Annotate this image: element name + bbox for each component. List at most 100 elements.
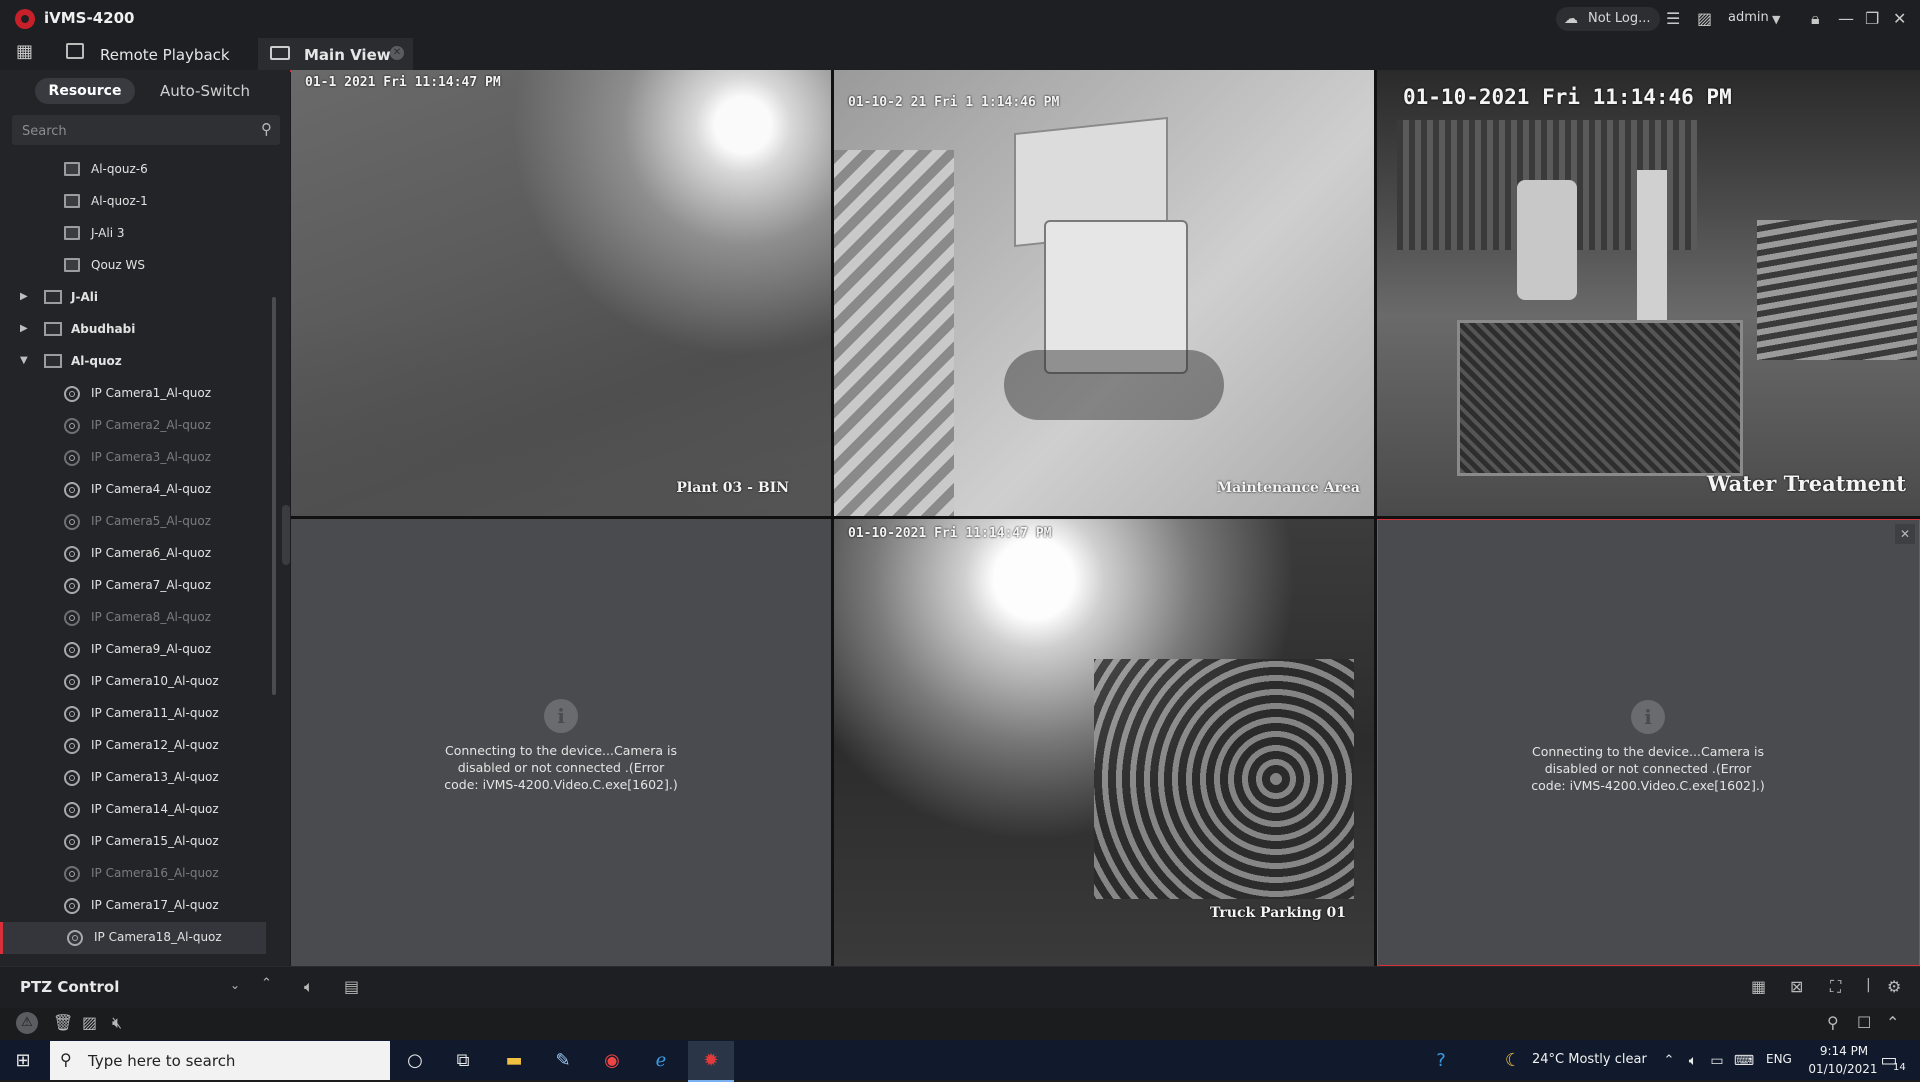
tree-view-item[interactable]: J-Ali 3: [0, 218, 266, 250]
tree-camera-item[interactable]: IP Camera15_Al-quoz: [0, 826, 266, 858]
user-menu[interactable]: admin: [1728, 10, 1769, 25]
tree-view-item[interactable]: Al-qouz-6: [0, 154, 266, 186]
window-icon[interactable]: ☐: [1857, 1013, 1871, 1032]
tree-view-item[interactable]: Qouz WS: [0, 250, 266, 282]
tab-resource[interactable]: Resource: [35, 78, 135, 104]
speaker-icon[interactable]: 🔈︎: [1682, 1050, 1704, 1072]
list-icon[interactable]: ☰: [1666, 9, 1680, 28]
chevron-up-icon[interactable]: ⌃: [261, 976, 272, 991]
alarm-icon[interactable]: ⚠: [16, 1012, 38, 1034]
lock-icon[interactable]: 🔒︎: [1811, 9, 1820, 29]
settings-icon[interactable]: ⚙: [1887, 977, 1901, 996]
tree-camera-item[interactable]: IP Camera17_Al-quoz: [0, 890, 266, 922]
file-explorer-icon[interactable]: ▬: [503, 1050, 525, 1072]
weather-moon-icon: ☾: [1504, 1050, 1522, 1071]
tree-camera-item[interactable]: IP Camera16_Al-quoz: [0, 858, 266, 890]
tree-camera-item[interactable]: IP Camera14_Al-quoz: [0, 794, 266, 826]
internet-explorer-icon[interactable]: ℯ: [650, 1050, 672, 1072]
language-indicator[interactable]: ENG: [1766, 1052, 1792, 1066]
minimize-icon[interactable]: —: [1838, 9, 1854, 28]
search-input[interactable]: [20, 120, 244, 142]
tree-camera-item[interactable]: IP Camera10_Al-quoz: [0, 666, 266, 698]
camera-name-overlay: Truck Parking 01: [1210, 905, 1346, 921]
image-icon[interactable]: ▨: [1697, 9, 1712, 28]
tree-camera-item[interactable]: IP Camera13_Al-quoz: [0, 762, 266, 794]
tree-folder[interactable]: ▼ Al-quoz: [0, 346, 266, 378]
tree-folder[interactable]: ▶ Abudhabi: [0, 314, 266, 346]
tree-folder[interactable]: ▶ J-Ali: [0, 282, 266, 314]
picture-icon[interactable]: ▨: [82, 1013, 97, 1032]
weather-label[interactable]: 24°C Mostly clear: [1532, 1052, 1647, 1067]
tree-camera-item[interactable]: IP Camera3_Al-quoz: [0, 442, 266, 474]
taskbar-time[interactable]: 9:14 PM: [1812, 1044, 1876, 1058]
tree-camera-item[interactable]: IP Camera2_Al-quoz: [0, 410, 266, 442]
tab-auto-switch[interactable]: Auto-Switch: [150, 78, 260, 104]
chevron-down-icon[interactable]: ▼: [1772, 13, 1780, 26]
tree-camera-item[interactable]: IP Camera8_Al-quoz: [0, 602, 266, 634]
tree-item-label: Al-qouz-6: [91, 162, 148, 176]
tree-item-label: IP Camera10_Al-quoz: [91, 674, 219, 688]
search-field[interactable]: ⚲: [12, 115, 280, 145]
volume-icon[interactable]: 🔈︎: [304, 977, 314, 997]
camera-icon: [64, 898, 80, 914]
tree-camera-item[interactable]: IP Camera6_Al-quoz: [0, 538, 266, 570]
grid-menu-icon[interactable]: ▦: [16, 41, 33, 62]
layout-icon[interactable]: ▦: [1751, 977, 1766, 996]
task-view-icon[interactable]: ⧉: [452, 1050, 474, 1072]
mute-icon[interactable]: 🔇︎: [112, 1013, 122, 1033]
taskbar-search[interactable]: ⚲ Type here to search: [50, 1041, 390, 1080]
collapse-icon[interactable]: ⌃: [1886, 1013, 1899, 1032]
tree-item-label: IP Camera7_Al-quoz: [91, 578, 212, 592]
search-icon[interactable]: ⚲: [261, 120, 272, 138]
video-tile-4[interactable]: i Connecting to the device...Camera is d…: [291, 519, 831, 966]
tree-camera-item[interactable]: IP Camera11_Al-quoz: [0, 698, 266, 730]
folder-icon: [44, 354, 62, 368]
tree-camera-item[interactable]: IP Camera18_Al-quoz: [0, 922, 266, 954]
cloud-login-button[interactable]: ☁ Not Log...: [1556, 7, 1660, 31]
stop-all-icon[interactable]: ▤: [344, 977, 359, 996]
tree-view-item[interactable]: Al-quoz-1: [0, 186, 266, 218]
expand-down-icon[interactable]: ▼: [20, 355, 28, 366]
video-frame: [1637, 170, 1667, 320]
trash-icon[interactable]: 🗑︎: [53, 1013, 73, 1032]
tree-camera-item[interactable]: IP Camera9_Al-quoz: [0, 634, 266, 666]
tree-camera-item[interactable]: IP Camera12_Al-quoz: [0, 730, 266, 762]
video-tile-6[interactable]: ✕ i Connecting to the device...Camera is…: [1377, 519, 1920, 966]
tree-scrollbar[interactable]: [272, 297, 276, 695]
close-tab-icon[interactable]: ✕: [390, 46, 404, 60]
expand-right-icon[interactable]: ▶: [20, 323, 28, 334]
tree-item-label: IP Camera8_Al-quoz: [91, 610, 212, 624]
tree-camera-item[interactable]: IP Camera1_Al-quoz: [0, 378, 266, 410]
network-icon[interactable]: ▭: [1706, 1050, 1728, 1072]
chrome-icon[interactable]: ◉: [601, 1050, 623, 1072]
restore-icon[interactable]: ❐: [1865, 9, 1879, 28]
chevron-down-icon[interactable]: ⌄: [230, 978, 240, 992]
video-tile-2[interactable]: 01-10-2 21 Fri 1 1:14:46 PM Maintenance …: [834, 70, 1374, 516]
help-icon[interactable]: ?: [1430, 1050, 1452, 1072]
tree-camera-item[interactable]: IP Camera4_Al-quoz: [0, 474, 266, 506]
tree-camera-item[interactable]: IP Camera7_Al-quoz: [0, 570, 266, 602]
tab-remote-playback[interactable]: Remote Playback: [60, 38, 250, 70]
expand-right-icon[interactable]: ▶: [20, 291, 28, 302]
ptz-control-label[interactable]: PTZ Control: [20, 978, 119, 996]
video-tile-3[interactable]: 01-10-2021 Fri 11:14:46 PM Water Treatme…: [1377, 70, 1920, 516]
taskbar-date[interactable]: 01/10/2021: [1804, 1062, 1882, 1076]
close-all-icon[interactable]: ⊠: [1790, 977, 1803, 996]
tree-item-label: IP Camera6_Al-quoz: [91, 546, 212, 560]
video-tile-1[interactable]: 01-1 2021 Fri 11:14:47 PM Plant 03 - BIN: [291, 70, 831, 516]
tree-item-label: J-Ali: [71, 290, 98, 304]
video-tile-5[interactable]: 01-10-2021 Fri 11:14:47 PM Truck Parking…: [834, 519, 1374, 966]
chevron-up-icon[interactable]: ⌃: [1658, 1050, 1680, 1072]
fullscreen-icon[interactable]: ⛶: [1830, 977, 1841, 997]
close-icon[interactable]: ✕: [1893, 9, 1906, 28]
close-icon[interactable]: ✕: [1895, 524, 1915, 544]
tab-main-view[interactable]: Main View ✕: [258, 38, 413, 72]
paint-icon[interactable]: ✎: [552, 1050, 574, 1072]
panel-collapse-handle[interactable]: [282, 505, 290, 565]
video-grid: 01-1 2021 Fri 11:14:47 PM Plant 03 - BIN…: [291, 70, 1920, 966]
pin-icon[interactable]: ⚲: [1827, 1013, 1839, 1032]
keyboard-icon[interactable]: ⌨: [1733, 1050, 1755, 1072]
windows-start-icon[interactable]: ⊞: [12, 1050, 34, 1072]
cortana-icon[interactable]: ○: [404, 1050, 426, 1072]
tree-camera-item[interactable]: IP Camera5_Al-quoz: [0, 506, 266, 538]
